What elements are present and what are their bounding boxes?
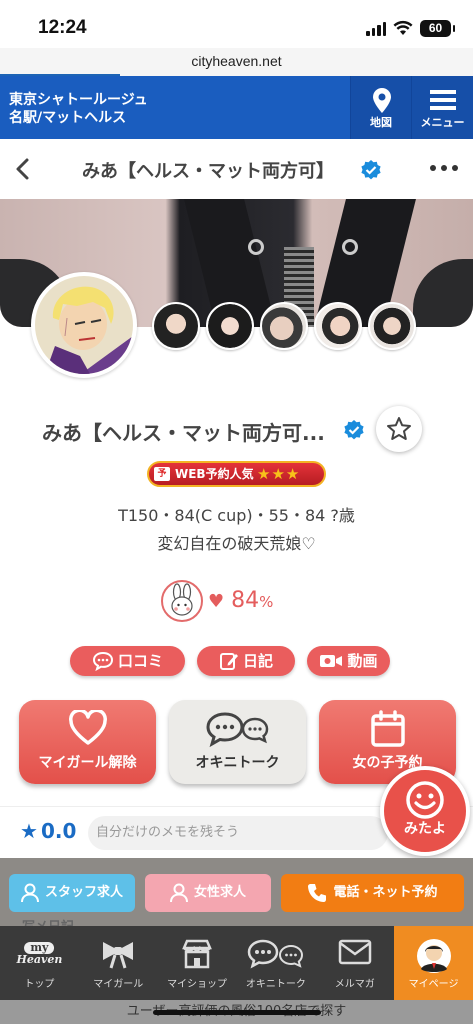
calendar-icon	[370, 710, 405, 747]
wifi-icon	[393, 20, 413, 35]
rabbit-icon	[161, 580, 203, 622]
shop-header: 東京シャトールージュ 名駅/マットヘルス 地図 メニュー	[0, 76, 473, 139]
edit-icon	[219, 653, 238, 670]
match-value: 84	[231, 588, 260, 613]
catchphrase: 変幻自在の破天荒娘♡	[157, 534, 316, 553]
hamburger-icon	[430, 90, 456, 110]
user-rating: ★ 0.0	[20, 819, 76, 843]
memo-input[interactable]: 自分だけのメモを残そう	[88, 816, 388, 850]
video-label: 動画	[347, 652, 378, 670]
photo-thumbnails	[152, 302, 416, 350]
photo-thumb[interactable]	[152, 302, 200, 350]
user-avatar-icon	[416, 939, 451, 973]
calendar-icon: 予	[154, 467, 170, 481]
map-pin-icon	[373, 88, 391, 113]
female-recruit-label: 女性求人	[193, 885, 246, 900]
chat-bubbles-icon	[247, 939, 303, 969]
person-icon	[20, 883, 39, 903]
my-girl-remove-button[interactable]: マイガール解除	[19, 700, 156, 784]
staff-recruit-button[interactable]: スタッフ求人	[9, 874, 135, 912]
shop-name-line1: 東京シャトールージュ	[9, 92, 148, 108]
tab-my-girl-label: マイガール	[93, 979, 144, 990]
avatar[interactable]	[31, 272, 137, 378]
content-pills: 口コミ 日記 動画	[70, 646, 390, 676]
status-time: 12:24	[38, 17, 87, 38]
shop-name-line2: 名駅/マットヘルス	[9, 110, 127, 126]
back-arrow-icon[interactable]	[12, 157, 36, 181]
star-outline-icon	[387, 417, 411, 440]
web-reservation-badge: 予 WEB予約人気 ★★★	[147, 461, 326, 487]
kuchikomi-label: 口コミ	[117, 652, 163, 670]
url-bar[interactable]: cityheaven.net	[0, 48, 473, 76]
menu-button[interactable]: メニュー	[411, 76, 473, 139]
map-label: 地図	[370, 116, 392, 129]
my-girl-label: マイガール解除	[38, 755, 137, 771]
status-bar: 12:24 60	[0, 0, 473, 48]
title-bar: みあ【ヘルス・マット両方可】	[0, 139, 473, 199]
rating-score: 0.0	[40, 819, 77, 843]
popularity-stars: ★★★	[257, 465, 301, 483]
photo-thumb[interactable]	[314, 302, 362, 350]
bottom-tab-bar: my Heaven トップ マイガール マイショップ オキニトーク メルマガ マ…	[0, 926, 473, 1000]
action-buttons: マイガール解除 オキニトーク 女の子予約	[19, 700, 456, 784]
photo-thumb[interactable]	[206, 302, 254, 350]
tab-top-label: トップ	[24, 979, 55, 990]
staff-recruit-label: スタッフ求人	[44, 885, 123, 900]
mail-icon	[338, 939, 371, 965]
favorite-star-button[interactable]	[376, 406, 422, 452]
more-options-icon[interactable]	[430, 165, 458, 171]
tab-okini-talk-label: オキニトーク	[245, 979, 306, 990]
tab-my-page-label: マイページ	[408, 979, 459, 990]
web-badge-label: WEB予約人気	[175, 467, 254, 481]
recruit-bar: 写メ日記 スタッフ求人 女性求人 電話・ネット予約	[0, 858, 473, 935]
tel-reserve-label: 電話・ネット予約	[333, 885, 438, 900]
battery-icon: 60	[420, 20, 455, 37]
person-icon	[169, 883, 188, 903]
girl-name: みあ【ヘルス・マット両方可...	[42, 421, 325, 445]
tab-my-page[interactable]: マイページ	[394, 926, 473, 1000]
girl-specs: T150・84(C cup)・55・84 ?歳	[118, 506, 355, 525]
home-indicator	[153, 1010, 321, 1015]
speech-bubble-icon	[92, 651, 113, 671]
diary-button[interactable]: 日記	[197, 646, 295, 676]
map-button[interactable]: 地図	[350, 76, 411, 139]
photo-thumb[interactable]	[260, 302, 308, 350]
tab-top[interactable]: my Heaven トップ	[0, 926, 79, 1000]
shop-icon	[182, 939, 212, 969]
tab-okini-talk[interactable]: オキニトーク	[236, 926, 315, 1000]
female-recruit-button[interactable]: 女性求人	[145, 874, 271, 912]
shop-name[interactable]: 東京シャトールージュ 名駅/マットヘルス	[9, 91, 148, 127]
diary-label: 日記	[242, 652, 273, 670]
phone-icon	[308, 884, 327, 902]
chat-bubbles-icon	[205, 712, 268, 748]
video-button[interactable]: 動画	[307, 646, 390, 676]
verified-badge-icon	[344, 420, 364, 440]
verified-badge-icon	[361, 160, 381, 180]
okini-talk-label: オキニトーク	[195, 755, 280, 771]
video-camera-icon	[320, 655, 343, 667]
my-heaven-logo-icon: my Heaven	[16, 941, 63, 966]
mitayo-label: みたよ	[404, 821, 446, 837]
okini-talk-button[interactable]: オキニトーク	[169, 700, 306, 784]
tab-mail-magazine[interactable]: メルマガ	[315, 926, 394, 1000]
heart-icon: ♥	[208, 591, 225, 612]
tab-my-girl[interactable]: マイガール	[79, 926, 158, 1000]
tab-mail-magazine-label: メルマガ	[334, 979, 375, 990]
tab-my-shop[interactable]: マイショップ	[158, 926, 237, 1000]
heart-outline-icon	[68, 710, 107, 745]
ribbon-icon	[103, 942, 134, 969]
tel-reserve-button[interactable]: 電話・ネット予約	[281, 874, 464, 912]
match-unit: %	[259, 593, 274, 611]
rating-star-icon: ★	[20, 819, 38, 843]
photo-thumb[interactable]	[368, 302, 416, 350]
mitayo-button[interactable]: みたよ	[380, 766, 470, 856]
tab-my-shop-label: マイショップ	[167, 979, 228, 990]
match-rate: ♥ 84%	[208, 588, 273, 613]
menu-label: メニュー	[420, 116, 465, 129]
page-title: みあ【ヘルス・マット両方可】	[82, 161, 334, 182]
url-text: cityheaven.net	[191, 53, 282, 69]
signal-icon	[366, 22, 386, 36]
kuchikomi-button[interactable]: 口コミ	[70, 646, 185, 676]
smiley-icon	[406, 781, 444, 819]
